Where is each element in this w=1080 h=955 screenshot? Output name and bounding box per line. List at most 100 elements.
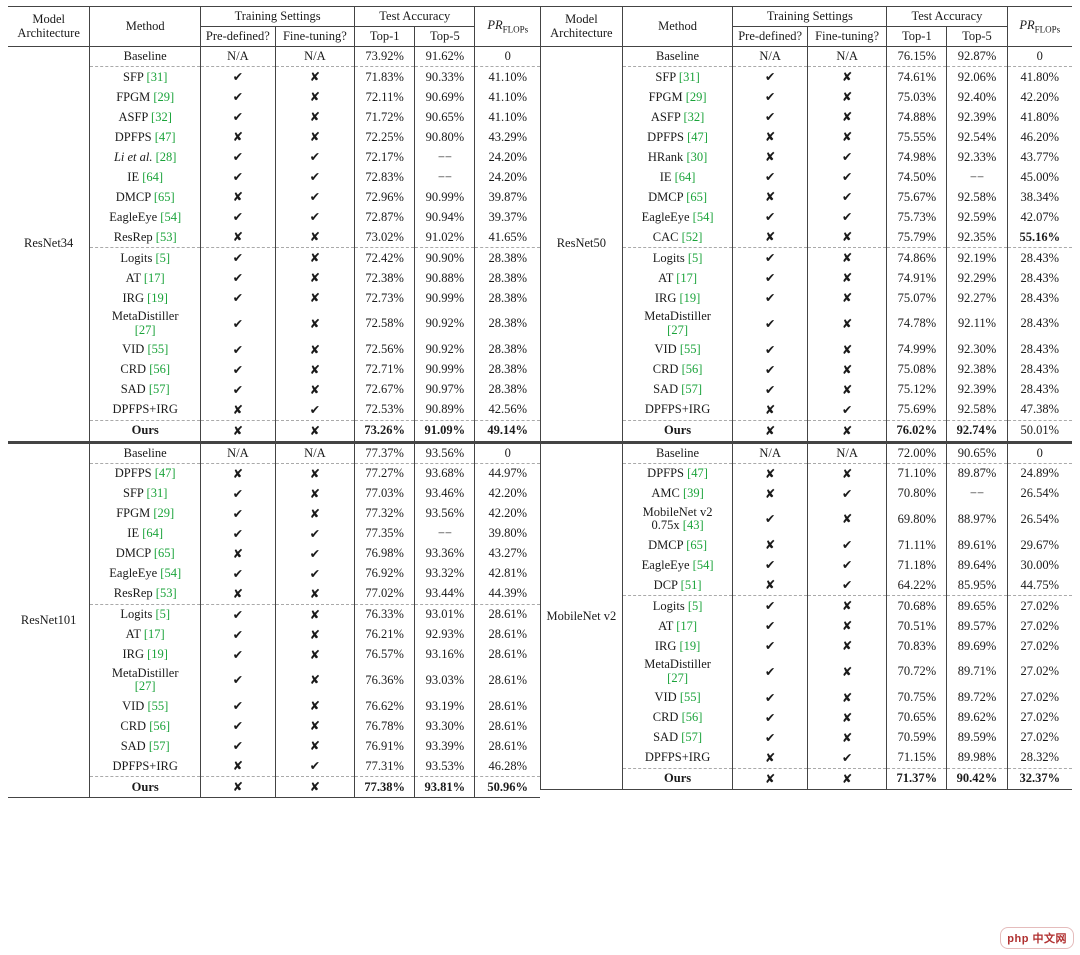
predefined-cell: N/A <box>201 443 276 463</box>
top1-cell: 70.83% <box>887 636 947 656</box>
predefined-cell: N/A <box>733 47 808 67</box>
prflops-cell: 46.28% <box>475 756 540 777</box>
prflops-cell: 42.07% <box>1007 207 1072 227</box>
method-cell: Logits [5] <box>622 596 733 617</box>
method-cell: IRG [19] <box>90 645 201 665</box>
finetune-cell: ✘ <box>275 87 354 107</box>
prflops-cell: 43.77% <box>1007 147 1072 167</box>
method-cell: Baseline <box>90 443 201 463</box>
predefined-cell: ✔ <box>201 665 276 697</box>
top5-cell: 93.56% <box>415 443 475 463</box>
top1-cell: 75.67% <box>887 187 947 207</box>
method-cell: VID [55] <box>622 340 733 360</box>
method-cell: DPFPS+IRG <box>622 748 733 769</box>
prflops-cell: 28.38% <box>475 288 540 308</box>
finetune-cell: ✘ <box>807 636 886 656</box>
method-cell: ASFP [32] <box>90 107 201 127</box>
top5-cell: 89.57% <box>947 616 1007 636</box>
method-cell: IE [64] <box>622 167 733 187</box>
top1-cell: 70.51% <box>887 616 947 636</box>
finetune-cell: ✔ <box>807 147 886 167</box>
prflops-cell: 41.80% <box>1007 107 1072 127</box>
prflops-cell: 28.43% <box>1007 288 1072 308</box>
top1-cell: 70.80% <box>887 484 947 504</box>
top5-cell: 89.59% <box>947 728 1007 748</box>
predefined-cell: ✔ <box>733 340 808 360</box>
top5-cell: 93.16% <box>415 645 475 665</box>
method-cell: Baseline <box>90 47 201 67</box>
top1-cell: 72.96% <box>355 187 415 207</box>
top1-cell: 75.03% <box>887 87 947 107</box>
top5-cell: 92.33% <box>947 147 1007 167</box>
predefined-cell: ✔ <box>733 167 808 187</box>
prflops-cell: 27.02% <box>1007 708 1072 728</box>
method-cell: DPFPS [47] <box>90 463 201 484</box>
top1-cell: 72.67% <box>355 380 415 400</box>
prflops-cell: 26.54% <box>1007 504 1072 536</box>
top5-cell: 92.54% <box>947 127 1007 147</box>
top5-cell: 92.19% <box>947 248 1007 269</box>
top5-cell: 93.32% <box>415 564 475 584</box>
top1-cell: 72.73% <box>355 288 415 308</box>
finetune-cell: ✘ <box>807 67 886 88</box>
top5-cell: 92.59% <box>947 207 1007 227</box>
method-cell: MetaDistiller[27] <box>90 308 201 340</box>
predefined-cell: ✘ <box>201 227 276 248</box>
method-cell: EagleEye [54] <box>90 564 201 584</box>
top5-cell: 89.98% <box>947 748 1007 769</box>
predefined-cell: ✘ <box>733 484 808 504</box>
prflops-cell: 39.87% <box>475 187 540 207</box>
finetune-cell: N/A <box>275 443 354 463</box>
top5-cell: −− <box>415 167 475 187</box>
predefined-cell: ✘ <box>733 463 808 484</box>
prflops-cell: 42.20% <box>1007 87 1072 107</box>
top1-cell: 72.00% <box>887 443 947 463</box>
finetune-cell: ✘ <box>807 107 886 127</box>
predefined-cell: ✔ <box>201 504 276 524</box>
top5-cell: 89.64% <box>947 555 1007 575</box>
col-test-accuracy: Test Accuracy <box>355 7 475 27</box>
method-cell: SAD [57] <box>622 380 733 400</box>
method-cell: SFP [31] <box>622 67 733 88</box>
col-predefined: Pre-defined? <box>733 27 808 47</box>
finetune-cell: ✔ <box>275 400 354 421</box>
prflops-cell: 28.61% <box>475 645 540 665</box>
method-cell: Li et al. [28] <box>90 147 201 167</box>
predefined-cell: ✘ <box>201 463 276 484</box>
finetune-cell: ✔ <box>807 575 886 596</box>
top1-cell: 76.36% <box>355 665 415 697</box>
method-cell: EagleEye [54] <box>622 207 733 227</box>
top1-cell: 64.22% <box>887 575 947 596</box>
prflops-cell: 29.67% <box>1007 535 1072 555</box>
predefined-cell: ✔ <box>733 728 808 748</box>
finetune-cell: ✔ <box>807 167 886 187</box>
top5-cell: 89.65% <box>947 596 1007 617</box>
top5-cell: 92.39% <box>947 107 1007 127</box>
prflops-cell: 28.61% <box>475 625 540 645</box>
top1-cell: 76.57% <box>355 645 415 665</box>
top1-cell: 74.78% <box>887 308 947 340</box>
top5-cell: 90.42% <box>947 768 1007 789</box>
predefined-cell: ✔ <box>201 736 276 756</box>
top1-cell: 74.91% <box>887 268 947 288</box>
finetune-cell: ✘ <box>275 127 354 147</box>
predefined-cell: ✔ <box>201 207 276 227</box>
finetune-cell: ✘ <box>275 107 354 127</box>
arch-label: ResNet34 <box>8 47 90 442</box>
top5-cell: 92.39% <box>947 380 1007 400</box>
comparison-table-right: ModelArchitecture Method Training Settin… <box>540 6 1072 790</box>
prflops-cell: 24.89% <box>1007 463 1072 484</box>
method-cell: MetaDistiller[27] <box>622 656 733 688</box>
method-cell: VID [55] <box>622 688 733 708</box>
top5-cell: 93.56% <box>415 504 475 524</box>
top1-cell: 70.68% <box>887 596 947 617</box>
predefined-cell: ✘ <box>733 400 808 421</box>
finetune-cell: ✔ <box>807 187 886 207</box>
predefined-cell: ✘ <box>733 575 808 596</box>
top1-cell: 74.88% <box>887 107 947 127</box>
prflops-cell: 47.38% <box>1007 400 1072 421</box>
method-cell: DMCP [65] <box>90 187 201 207</box>
top5-cell: 90.94% <box>415 207 475 227</box>
top1-cell: 72.83% <box>355 167 415 187</box>
table-row: ResNet50 Baseline N/A N/A 76.15% 92.87% … <box>541 47 1073 67</box>
